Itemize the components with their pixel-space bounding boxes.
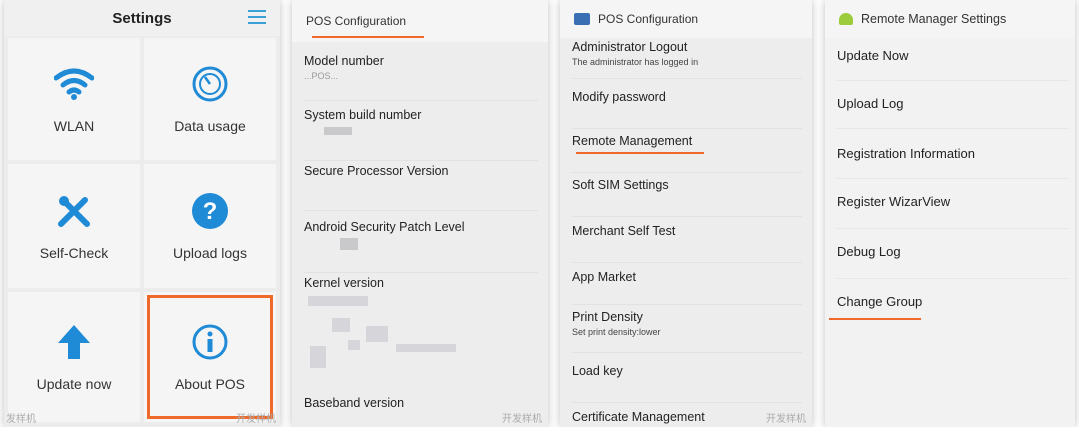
list-item[interactable]: Android Security Patch Level [304, 220, 538, 273]
item-label: Kernel version [304, 276, 384, 290]
item-label: App Market [572, 270, 636, 284]
tile-label: Update now [36, 376, 112, 392]
settings-header: Settings [4, 0, 280, 36]
menu-item-register-wizarview[interactable]: Register WizarView [837, 194, 1069, 229]
item-label: Android Security Patch Level [304, 220, 465, 234]
menu-item-modify-password[interactable]: Modify password [572, 90, 802, 129]
menu-item-merchant-self-test[interactable]: Merchant Self Test [572, 224, 802, 263]
tools-icon [54, 191, 94, 231]
arrow-up-icon [54, 322, 94, 362]
menu-item-print-density[interactable]: Print Density Set print density:lower [572, 310, 802, 353]
item-label: Remote Management [572, 134, 693, 148]
menu-item-admin-logout[interactable]: Administrator Logout The administrator h… [572, 40, 802, 79]
tile-self-check[interactable]: Self-Check [8, 164, 140, 288]
tile-data-usage[interactable]: Data usage [144, 38, 276, 160]
item-value: ...POS... [304, 71, 339, 81]
blurred-value [324, 127, 352, 135]
item-label: Baseband version [304, 396, 405, 410]
menu-item-upload-log[interactable]: Upload Log [837, 96, 1069, 129]
remote-manager-header: Remote Manager Settings [825, 0, 1075, 38]
pos-config-header: POS Configuration [560, 0, 812, 38]
svg-text:?: ? [203, 198, 218, 225]
remote-manager-panel: Remote Manager Settings Update Now Uploa… [825, 0, 1075, 427]
tile-label: WLAN [53, 118, 95, 134]
item-subtitle: Set print density:lower [572, 327, 661, 337]
item-label: System build number [304, 108, 422, 122]
page-title: Remote Manager Settings [861, 12, 1007, 26]
menu-item-soft-sim[interactable]: Soft SIM Settings [572, 178, 802, 217]
settings-title: Settings [112, 9, 172, 27]
android-icon [839, 13, 853, 25]
question-icon: ? [190, 191, 230, 231]
list-item[interactable]: Kernel version [304, 276, 538, 392]
tile-wlan[interactable]: WLAN [8, 38, 140, 160]
blurred-value [310, 346, 326, 368]
tile-update-now[interactable]: Update now [8, 292, 140, 422]
tile-label: About POS [174, 376, 246, 392]
menu-item-update-now[interactable]: Update Now [837, 48, 1069, 81]
gauge-icon [190, 64, 230, 104]
item-subtitle: The administrator has logged in [572, 57, 699, 67]
tile-upload-logs[interactable]: ? Upload logs [144, 164, 276, 288]
blurred-value [340, 238, 358, 250]
selection-underline [576, 152, 704, 154]
item-label: Soft SIM Settings [572, 178, 669, 192]
menu-item-load-key[interactable]: Load key [572, 364, 802, 403]
settings-panel: Settings WLAN Data usage Self-Check ? Up… [4, 0, 280, 427]
blurred-value [396, 344, 456, 352]
settings-grid: WLAN Data usage Self-Check ? Upload logs… [8, 38, 276, 427]
item-label: Administrator Logout [572, 40, 688, 54]
watermark: 开发样机 [766, 414, 806, 425]
selection-underline [829, 318, 921, 320]
watermark: 开发样机 [236, 414, 276, 425]
item-label: Load key [572, 364, 623, 378]
selection-underline [312, 36, 424, 38]
wifi-icon [54, 64, 94, 104]
watermark: 开发样机 [502, 414, 542, 425]
item-label: Model number [304, 54, 384, 68]
menu-icon[interactable] [248, 10, 266, 24]
item-label: Secure Processor Version [304, 164, 449, 178]
item-label: Modify password [572, 90, 666, 104]
menu-item-change-group[interactable]: Change Group [837, 294, 1069, 320]
page-title: POS Configuration [306, 14, 407, 28]
menu-item-debug-log[interactable]: Debug Log [837, 244, 1069, 279]
watermark: 发样机 [6, 414, 36, 425]
list-item[interactable]: Model number ...POS... [304, 54, 538, 101]
list-item[interactable]: System build number [304, 108, 538, 161]
menu-item-app-market[interactable]: App Market [572, 270, 802, 305]
app-icon [574, 13, 590, 25]
tile-label: Upload logs [173, 245, 247, 261]
blurred-value [366, 326, 388, 342]
pos-config-menu-panel: POS Configuration Administrator Logout T… [560, 0, 812, 427]
blurred-value [332, 318, 350, 332]
tile-label: Self-Check [39, 245, 109, 261]
page-title: POS Configuration [598, 12, 699, 26]
tile-label: Data usage [174, 118, 246, 134]
item-label: Merchant Self Test [572, 224, 676, 238]
blurred-value [308, 296, 368, 306]
item-label: Print Density [572, 310, 643, 324]
menu-item-registration-info[interactable]: Registration Information [837, 146, 1069, 179]
tile-about-pos[interactable]: About POS [144, 292, 276, 422]
pos-config-info-panel: POS Configuration Model number ...POS...… [292, 0, 548, 427]
blurred-value [348, 340, 360, 350]
info-icon [190, 322, 230, 362]
list-item[interactable]: Secure Processor Version [304, 164, 538, 211]
